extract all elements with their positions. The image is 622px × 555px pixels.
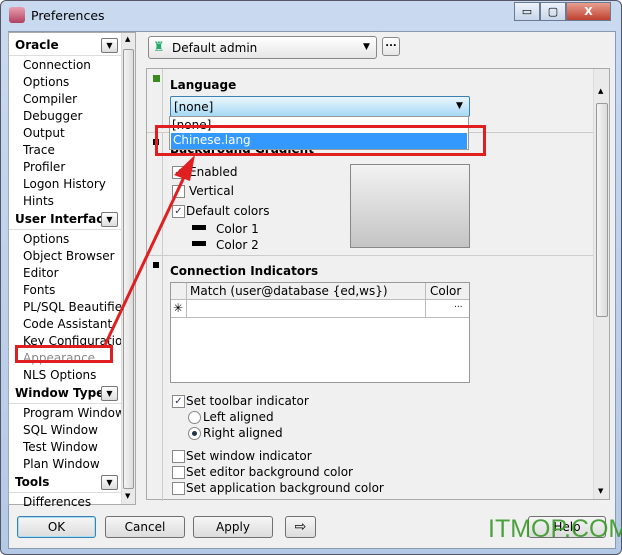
export-icon: ⇨	[294, 519, 307, 535]
watermark: ITMOP.COM	[488, 515, 622, 543]
annotation-arrow-icon	[103, 155, 195, 346]
apply-button[interactable]: Apply	[193, 516, 273, 538]
ok-button[interactable]: OK	[17, 516, 96, 538]
export-settings-button[interactable]: ⇨	[285, 516, 316, 538]
cancel-button[interactable]: Cancel	[105, 516, 185, 538]
